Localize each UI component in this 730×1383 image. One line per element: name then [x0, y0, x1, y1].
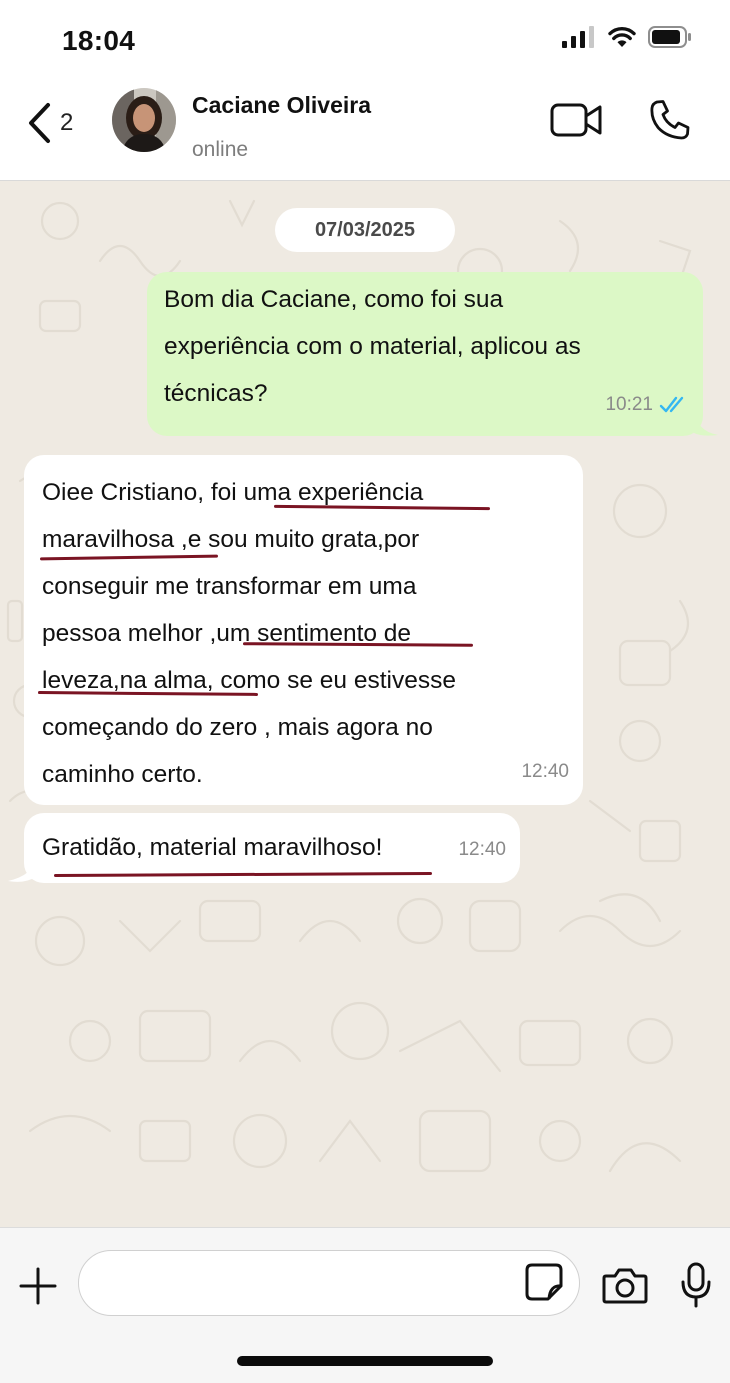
back-button[interactable]: 2 — [26, 102, 73, 144]
status-icons — [562, 26, 692, 48]
status-bar: 18:04 — [0, 0, 730, 80]
camera-icon — [602, 1268, 648, 1304]
message-line: caminho certo. — [42, 761, 203, 788]
video-call-icon — [550, 103, 602, 137]
chevron-left-icon — [29, 103, 50, 143]
message-input[interactable] — [101, 1263, 525, 1305]
date-separator: 07/03/2025 — [275, 208, 455, 252]
message-text: Oiee Cristiano, foi uma experiência mara… — [42, 469, 456, 798]
message-line: conseguir me transformar em uma — [42, 573, 417, 600]
message-time: 12:40 — [521, 761, 569, 782]
battery-icon — [648, 26, 691, 48]
message-line: leveza,na alma, como se eu estivesse — [42, 667, 456, 694]
phone-icon — [650, 100, 690, 140]
unread-count: 2 — [60, 109, 74, 136]
home-indicator — [237, 1356, 493, 1366]
contact-status: online — [192, 138, 249, 161]
avatar-photo — [112, 88, 176, 152]
message-line: pessoa melhor ,um sentimento de — [42, 620, 412, 647]
cellular-signal-icon — [562, 26, 594, 48]
message-line: técnicas? — [164, 380, 268, 407]
message-text: Bom dia Caciane, como foi sua experiênci… — [164, 276, 581, 417]
avatar[interactable] — [112, 88, 176, 152]
status-time: 18:04 — [62, 25, 136, 56]
double-check-read-icon — [659, 396, 684, 412]
contact-name[interactable]: Caciane Oliveira — [192, 92, 371, 119]
bubble-tail — [8, 857, 36, 882]
message-line: experiência com o material, aplicou as — [164, 333, 581, 360]
bubble-tail — [694, 409, 718, 436]
video-call-button[interactable] — [550, 100, 604, 145]
message-time: 10:21 — [605, 394, 653, 415]
voice-call-button[interactable] — [648, 98, 692, 147]
message-line: começando do zero , mais agora no — [42, 714, 433, 741]
chat-header: 2 Caciane Oliveira online — [0, 80, 730, 181]
outgoing-message[interactable]: Bom dia Caciane, como foi sua experiênci… — [147, 272, 703, 436]
microphone-icon — [681, 1262, 711, 1308]
sticker-icon — [525, 1263, 563, 1301]
message-input-field[interactable] — [78, 1250, 580, 1316]
chat-area[interactable]: 07/03/2025 Bom dia Caciane, como foi sua… — [0, 181, 730, 1227]
message-meta: 10:21 — [605, 381, 689, 428]
plus-icon — [19, 1267, 57, 1305]
camera-button[interactable] — [602, 1266, 648, 1309]
message-text: Gratidão, material maravilhoso! — [42, 824, 382, 871]
sticker-button[interactable] — [524, 1262, 564, 1307]
attach-button[interactable] — [18, 1266, 58, 1311]
message-line: Bom dia Caciane, como foi sua — [164, 286, 504, 313]
voice-record-button[interactable] — [680, 1262, 712, 1313]
message-time: 12:40 — [458, 839, 506, 860]
message-line: Gratidão, material maravilhoso! — [42, 834, 383, 861]
wifi-icon — [608, 26, 636, 47]
